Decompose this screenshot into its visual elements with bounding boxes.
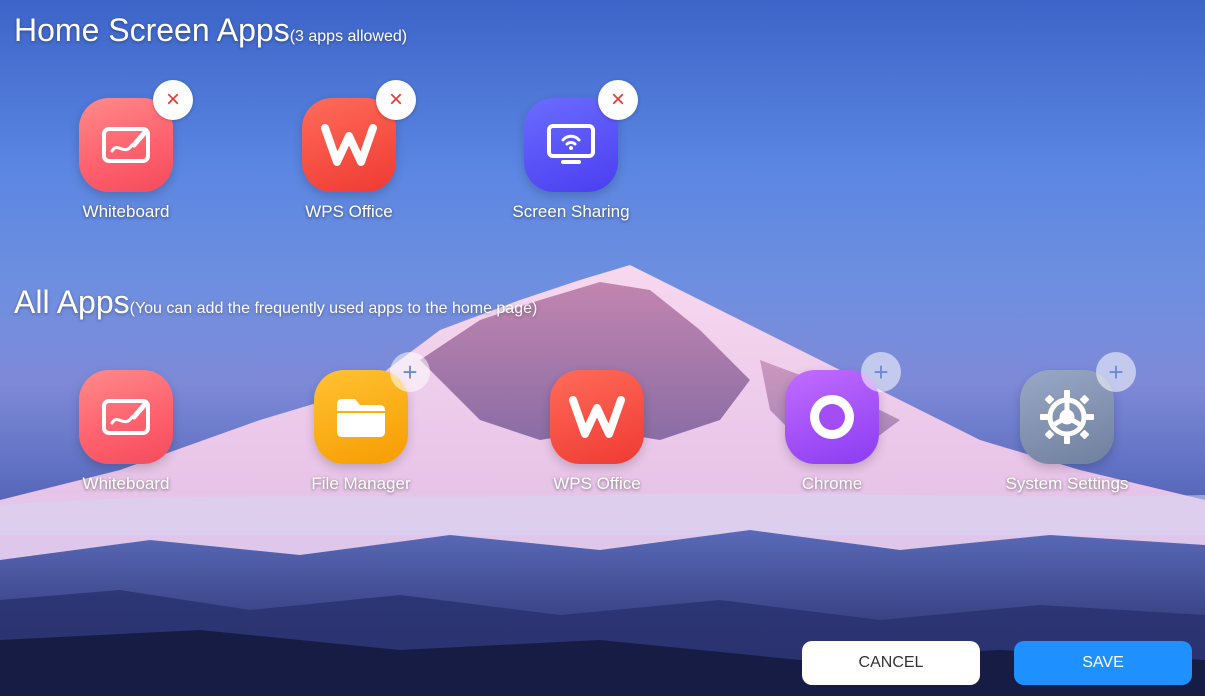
- add-chrome-button[interactable]: +: [861, 352, 901, 392]
- app-label: WPS Office: [305, 202, 393, 221]
- remove-screen-sharing-button[interactable]: ×: [598, 80, 638, 120]
- app-label: Screen Sharing: [512, 202, 630, 221]
- remove-wps-office-button[interactable]: ×: [376, 80, 416, 120]
- all-apps-subtitle: (You can add the frequently used apps to…: [129, 300, 538, 317]
- app-label: Chrome: [801, 474, 863, 493]
- wps-office-icon: ×: [302, 80, 416, 192]
- all-apps-title: All Apps: [14, 284, 130, 320]
- chrome-icon: +: [785, 352, 901, 464]
- all-app-whiteboard[interactable]: Whiteboard: [56, 370, 196, 494]
- all-app-file-manager[interactable]: + File Manager: [291, 352, 431, 494]
- settings-gear-icon: +: [1020, 352, 1136, 464]
- home-screen-apps-title: Home Screen Apps: [14, 12, 290, 48]
- home-screen-apps-subtitle: (3 apps allowed): [289, 28, 408, 45]
- add-system-settings-button[interactable]: +: [1096, 352, 1136, 392]
- all-apps-header: All Apps(You can add the frequently used…: [14, 284, 537, 321]
- app-label: WPS Office: [553, 474, 641, 493]
- home-app-screen-sharing[interactable]: × Screen Sharing: [501, 80, 641, 222]
- all-app-wps-office[interactable]: WPS Office: [527, 370, 667, 494]
- app-label: Whiteboard: [82, 202, 170, 221]
- app-label: System Settings: [1005, 474, 1129, 493]
- save-button[interactable]: SAVE: [1014, 641, 1192, 685]
- folder-icon: +: [314, 352, 430, 464]
- remove-whiteboard-button[interactable]: ×: [153, 80, 193, 120]
- cancel-button[interactable]: CANCEL: [802, 641, 980, 685]
- screen-sharing-icon: ×: [524, 80, 638, 192]
- all-app-system-settings[interactable]: + System Settings: [997, 352, 1137, 494]
- all-app-chrome[interactable]: + Chrome: [762, 352, 902, 494]
- add-file-manager-button[interactable]: +: [390, 352, 430, 392]
- app-label: File Manager: [311, 474, 411, 493]
- whiteboard-icon: ×: [79, 80, 193, 192]
- wps-office-icon: [550, 370, 644, 464]
- whiteboard-icon: [79, 370, 173, 464]
- home-app-wps-office[interactable]: × WPS Office: [279, 80, 419, 222]
- app-label: Whiteboard: [82, 474, 170, 493]
- home-screen-apps-header: Home Screen Apps(3 apps allowed): [14, 12, 407, 49]
- home-app-whiteboard[interactable]: × Whiteboard: [56, 80, 196, 222]
